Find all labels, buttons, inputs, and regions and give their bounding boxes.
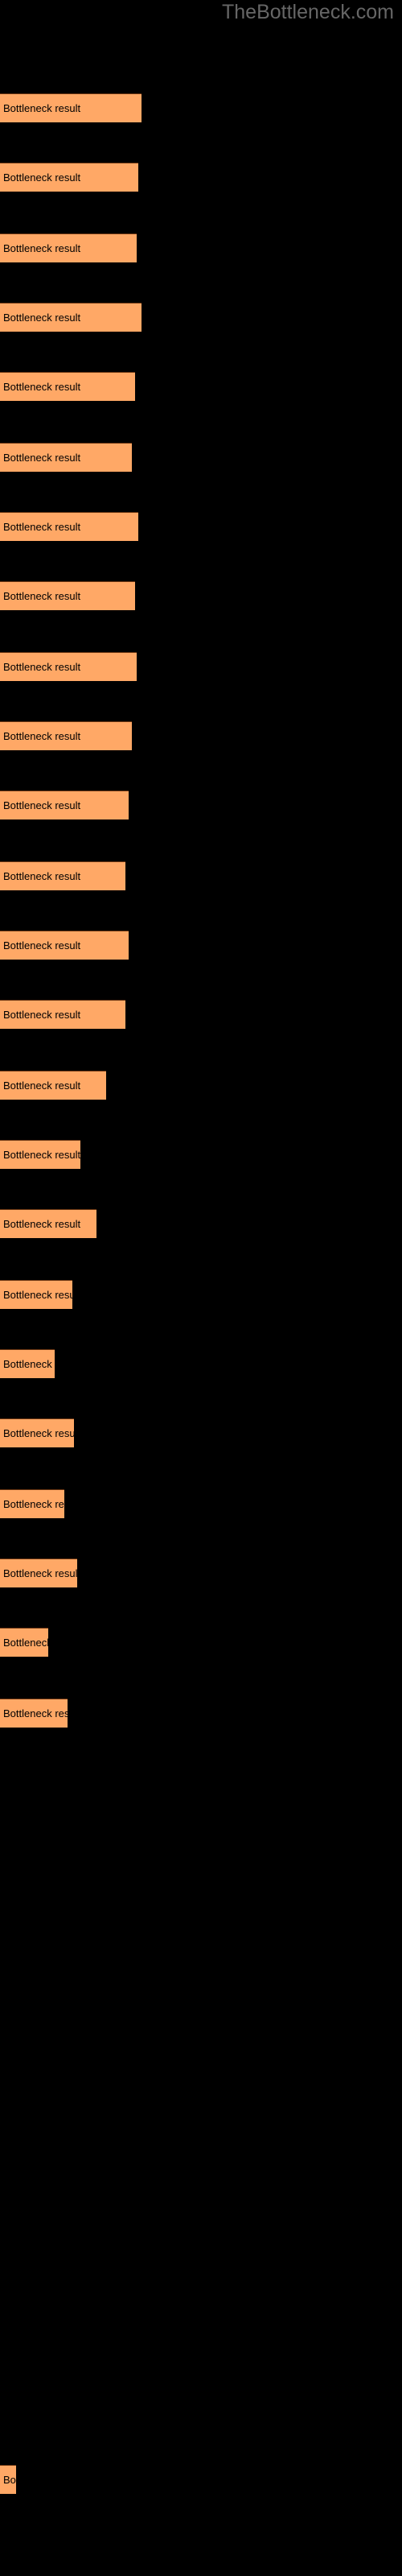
bar-rect: Bottleneck result — [0, 1209, 96, 1238]
bar-row: Bottleneck result — [0, 652, 137, 681]
bar-rect: Bottleneck result — [0, 1071, 106, 1100]
bar-rect: Bottleneck result — [0, 2465, 16, 2494]
bar-rect: Bottleneck result — [0, 721, 132, 750]
bar-rect: Bottleneck result — [0, 372, 135, 401]
bar-label: Bottleneck result — [3, 939, 81, 952]
bar-rect: Bottleneck result — [0, 931, 129, 960]
bar-row: Bottleneck result — [0, 1140, 80, 1169]
bar-label: Bottleneck result — [3, 870, 81, 882]
bar-label: Bottleneck result — [3, 1289, 72, 1301]
bar-row: Bottleneck result — [0, 1558, 77, 1587]
bottleneck-bar-chart: TheBottleneck.com Bottleneck result Bottl… — [0, 0, 402, 2576]
bar-row: Bottleneck result — [0, 512, 138, 541]
bar-rect: Bottleneck result — [0, 652, 137, 681]
bar-label: Bottleneck result — [3, 312, 81, 324]
bar-label: Bottleneck result — [3, 1567, 77, 1579]
bar-label: Bottleneck result — [3, 171, 81, 184]
bar-label: Bottleneck result — [3, 381, 81, 393]
bar-row: Bottleneck result — [0, 581, 135, 610]
bar-label: Bottleneck result — [3, 1427, 74, 1439]
bar-row: Bottleneck result — [0, 1280, 72, 1309]
bar-label: Bottleneck result — [3, 102, 81, 114]
bar-row: Bottleneck result — [0, 1489, 64, 1518]
bar-label: Bottleneck result — [3, 730, 81, 742]
bar-rect: Bottleneck result — [0, 1140, 80, 1169]
bar-rect: Bottleneck result — [0, 1000, 125, 1029]
bar-label: Bottleneck result — [3, 2474, 16, 2486]
bar-rect: Bottleneck result — [0, 512, 138, 541]
bar-label: Bottleneck result — [3, 1218, 81, 1230]
bar-row: Bottleneck result — [0, 233, 137, 262]
bar-rect: Bottleneck result — [0, 303, 142, 332]
bar-row: Bottleneck result — [0, 2465, 16, 2494]
bar-row: Bottleneck result — [0, 1628, 48, 1657]
bar-label: Bottleneck result — [3, 1707, 68, 1719]
bar-row: Bottleneck result — [0, 303, 142, 332]
bar-label: Bottleneck result — [3, 1149, 80, 1161]
bar-row: Bottleneck result — [0, 861, 125, 890]
bar-row: Bottleneck result — [0, 1699, 68, 1728]
bar-row: Bottleneck result — [0, 443, 132, 472]
bar-label: Bottleneck result — [3, 799, 81, 811]
bar-label: Bottleneck result — [3, 452, 81, 464]
bar-rect: Bottleneck result — [0, 1558, 77, 1587]
bar-rect: Bottleneck result — [0, 443, 132, 472]
bar-row: Bottleneck result — [0, 1349, 55, 1378]
bar-row: Bottleneck result — [0, 1071, 106, 1100]
bar-rect: Bottleneck result — [0, 1280, 72, 1309]
bar-label: Bottleneck result — [3, 242, 81, 254]
bar-rect: Bottleneck result — [0, 93, 142, 122]
bar-rect: Bottleneck result — [0, 1699, 68, 1728]
bar-row: Bottleneck result — [0, 1000, 125, 1029]
bar-rect: Bottleneck result — [0, 861, 125, 890]
bar-label: Bottleneck result — [3, 1498, 64, 1510]
bar-label: Bottleneck result — [3, 1358, 55, 1370]
bar-rect: Bottleneck result — [0, 163, 138, 192]
bar-row: Bottleneck result — [0, 372, 135, 401]
bar-rect: Bottleneck result — [0, 791, 129, 819]
bar-row: Bottleneck result — [0, 1418, 74, 1447]
bar-label: Bottleneck result — [3, 1637, 48, 1649]
bar-label: Bottleneck result — [3, 1009, 81, 1021]
bar-rect: Bottleneck result — [0, 1418, 74, 1447]
bar-rect: Bottleneck result — [0, 1628, 48, 1657]
bar-row: Bottleneck result — [0, 931, 129, 960]
bar-label: Bottleneck result — [3, 590, 81, 602]
bar-rect: Bottleneck result — [0, 581, 135, 610]
bars-layer: Bottleneck result Bottleneck result Bottle… — [0, 0, 402, 2576]
bar-row: Bottleneck result — [0, 1209, 96, 1238]
bar-row: Bottleneck result — [0, 721, 132, 750]
bar-rect: Bottleneck result — [0, 1349, 55, 1378]
bar-rect: Bottleneck result — [0, 233, 137, 262]
bar-label: Bottleneck result — [3, 1080, 81, 1092]
bar-label: Bottleneck result — [3, 661, 81, 673]
bar-row: Bottleneck result — [0, 791, 129, 819]
bar-rect: Bottleneck result — [0, 1489, 64, 1518]
bar-row: Bottleneck result — [0, 163, 138, 192]
bar-label: Bottleneck result — [3, 521, 81, 533]
bar-row: Bottleneck result — [0, 93, 142, 122]
